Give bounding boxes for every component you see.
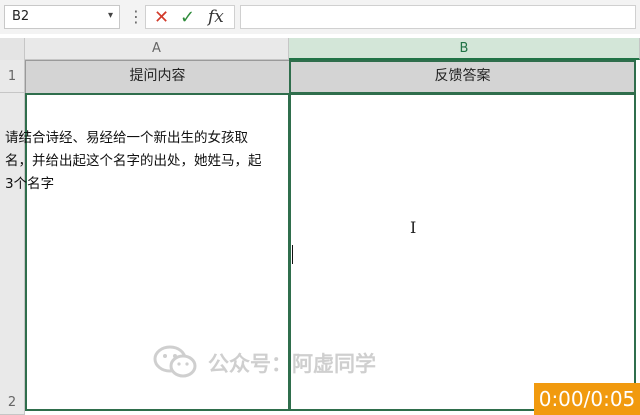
formula-buttons: ✕ ✓ fx xyxy=(145,5,235,29)
cell-a1[interactable]: 提问内容 xyxy=(25,60,290,94)
cell-b2[interactable] xyxy=(289,93,636,411)
row-header-1[interactable]: 1 xyxy=(0,60,25,93)
formula-bar: B2 ▾ ⋮ ✕ ✓ fx xyxy=(0,0,640,34)
name-box-value: B2 xyxy=(12,9,30,24)
more-options-icon[interactable]: ⋮ xyxy=(128,6,144,28)
row-header-2-label: 2 xyxy=(7,395,17,410)
column-header-b[interactable]: B xyxy=(289,38,640,60)
video-timer: 0:00/0:05 xyxy=(534,383,640,415)
ibeam-cursor-icon: I xyxy=(410,218,417,237)
cell-a2-text: 请结合诗经、易经给一个新出生的女孩取名，并给出起这个名字的出处，她姓马，起3个名… xyxy=(5,130,262,192)
column-header-a[interactable]: A xyxy=(25,38,289,60)
select-all-button[interactable] xyxy=(0,38,25,60)
cell-b1[interactable]: 反馈答案 xyxy=(289,60,636,94)
text-cursor xyxy=(292,245,293,264)
insert-function-icon[interactable]: fx xyxy=(208,7,224,27)
formula-input[interactable] xyxy=(240,5,636,29)
name-box[interactable]: B2 ▾ xyxy=(4,5,120,29)
cancel-icon[interactable]: ✕ xyxy=(154,7,169,28)
chevron-down-icon[interactable]: ▾ xyxy=(108,10,113,21)
check-icon[interactable]: ✓ xyxy=(180,7,195,28)
